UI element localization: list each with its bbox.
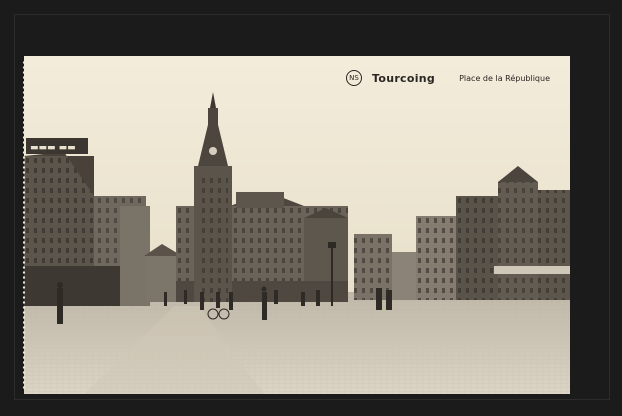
postcard: ▬▬▬ ▬▬ NS Tourcoing Place de la Républiq… [24, 56, 570, 394]
svg-text:▬▬▬ ▬▬: ▬▬▬ ▬▬ [30, 143, 76, 153]
perforated-edge [22, 60, 26, 390]
place-name: Place de la République [459, 73, 550, 83]
city-name: Tourcoing [372, 71, 436, 85]
postcard-caption: NS Tourcoing Place de la République [346, 68, 550, 88]
photo-frame: ▬▬▬ ▬▬ NS Tourcoing Place de la Républiq… [0, 0, 622, 416]
street-scene: ▬▬▬ ▬▬ [24, 56, 570, 394]
publisher-logo-icon: NS [346, 70, 362, 86]
